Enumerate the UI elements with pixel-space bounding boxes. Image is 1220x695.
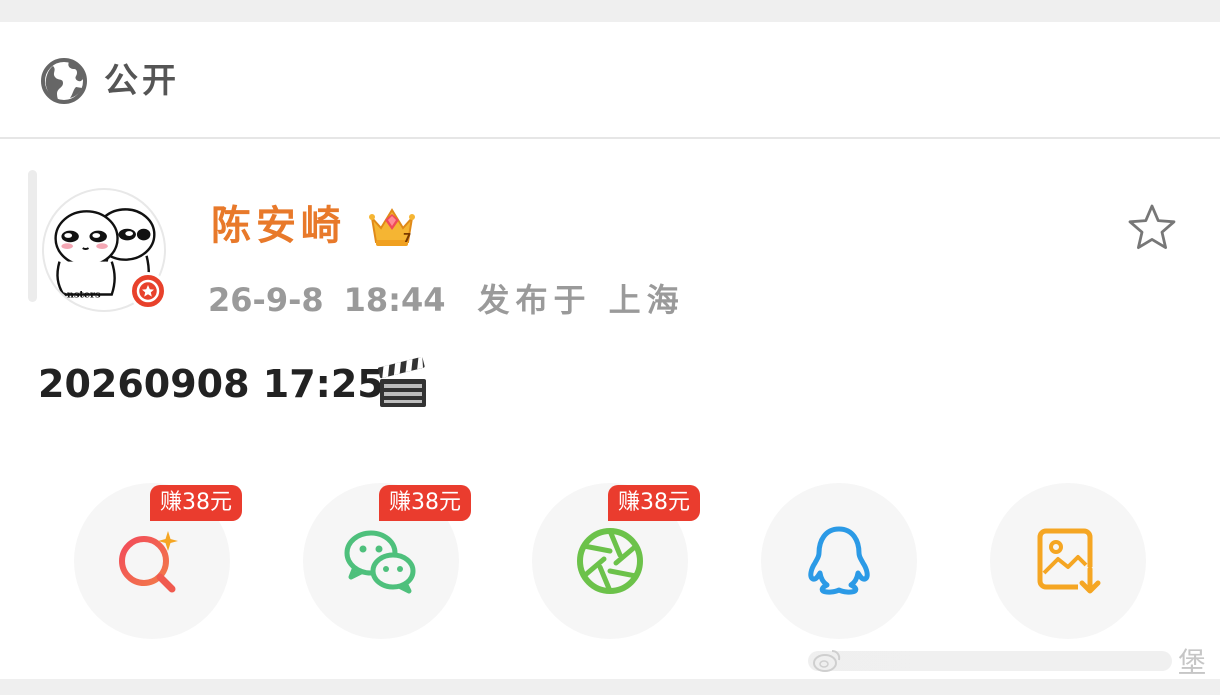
wechat-icon xyxy=(344,530,416,594)
post-text: 20260908 17:25 xyxy=(38,362,384,406)
bottom-spacer xyxy=(0,679,1220,695)
share-qq-button[interactable] xyxy=(761,483,917,639)
post-card: 公开 Monsters 陈安崎 7 26-9-8 18:44 发布于 上海 20… xyxy=(0,22,1220,679)
favorite-star-icon[interactable] xyxy=(1124,200,1180,256)
author-name[interactable]: 陈安崎 xyxy=(211,202,346,250)
weibo-watermark-icon xyxy=(813,650,841,672)
post-time: 18:44 xyxy=(343,281,446,319)
top-spacer xyxy=(0,0,1220,22)
save-image-icon xyxy=(1037,528,1102,595)
visibility-label: 公开 xyxy=(104,61,180,101)
visibility-row[interactable]: 公开 xyxy=(0,22,1220,139)
avatar-caption: Monsters xyxy=(50,289,101,300)
reward-tag: 赚38元 xyxy=(608,485,700,521)
svg-text:7: 7 xyxy=(403,231,411,245)
watermark-text: 堡 xyxy=(1178,646,1207,679)
left-accent-bar xyxy=(28,170,37,302)
watermark-bar xyxy=(808,651,1172,671)
post-meta: 26-9-8 18:44 发布于 上海 xyxy=(208,280,685,320)
clapper-board-icon xyxy=(377,357,426,407)
post-date: 26-9-8 xyxy=(208,281,324,319)
reward-tag: 赚38元 xyxy=(150,485,242,521)
search-sparkle-icon xyxy=(119,531,178,593)
globe-icon xyxy=(41,58,87,104)
qq-penguin-icon xyxy=(808,526,870,595)
crown-icon: 7 xyxy=(369,208,415,246)
moments-shutter-icon xyxy=(577,528,643,594)
post-location: 发布于 上海 xyxy=(477,281,685,319)
reward-tag: 赚38元 xyxy=(379,485,471,521)
verified-badge-icon xyxy=(129,272,167,310)
save-image-button[interactable] xyxy=(990,483,1146,639)
